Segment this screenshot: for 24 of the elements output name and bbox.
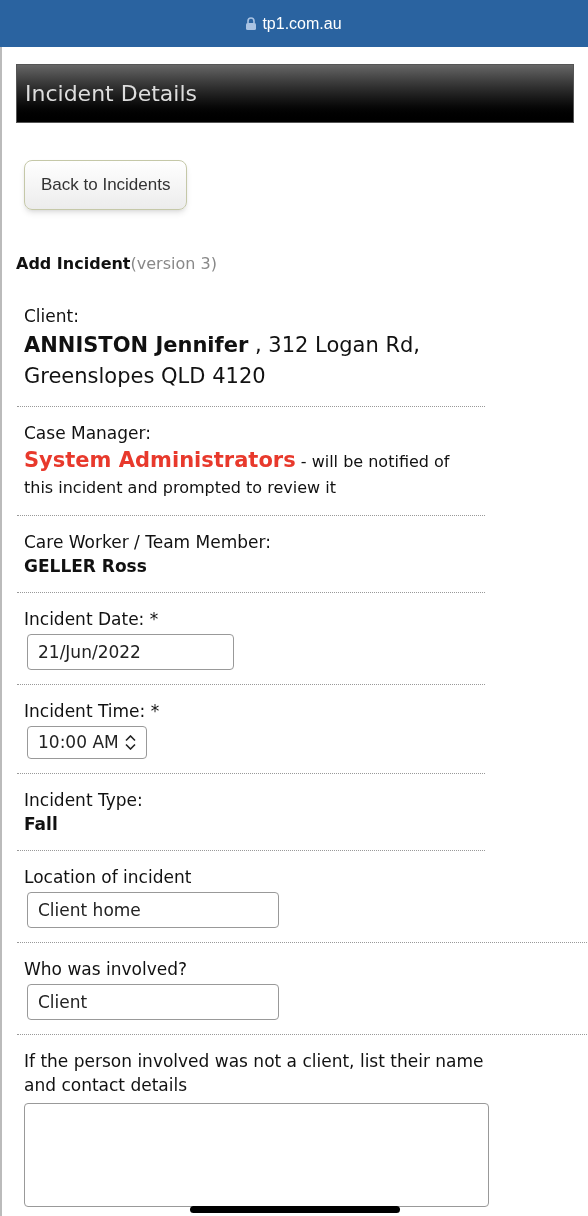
case-manager-text: System Administrators - will be notified of this incident and prompted to review it [24, 447, 451, 499]
input-field[interactable]: Client [27, 984, 279, 1020]
field-label: Care Worker / Team Member: [24, 531, 272, 554]
field-label: Incident Date: * [24, 608, 160, 631]
input-field[interactable]: 21/Jun/2022 [27, 634, 234, 670]
field-label: If the person involved was not a client, list their name and contact details [24, 1050, 484, 1097]
field-value: Fall [24, 813, 59, 836]
field-value: GELLER Ross [24, 555, 148, 578]
stepper-icon [125, 735, 136, 750]
lock-icon [246, 17, 257, 30]
client-name-address: ANNISTON Jennifer , 312 Logan Rd, Greenslopes QLD 4120 [24, 332, 422, 390]
url-text[interactable]: tp1.com.au [262, 11, 342, 36]
input-field[interactable]: Client home [27, 892, 279, 928]
page-header: Incident Details [16, 64, 574, 123]
field-label: Incident Time: * [24, 700, 161, 723]
field-label: Client: [24, 305, 80, 328]
back-button[interactable]: Back to Incidents [24, 160, 188, 210]
time-select[interactable]: 10:00 AM [27, 726, 147, 759]
field-label: Incident Type: [24, 789, 144, 812]
field-label: Location of incident [24, 866, 193, 889]
version-label: (version 3) [130, 254, 217, 273]
field-label: Who was involved? [24, 958, 188, 981]
field-label: Case Manager: [24, 422, 152, 445]
form-title: Add Incident [16, 254, 131, 273]
